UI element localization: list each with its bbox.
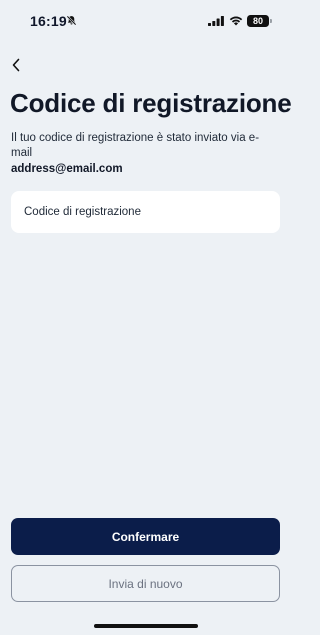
instruction-text: Il tuo codice di registrazione è stato i… [11, 132, 260, 159]
email-address: address@email.com [11, 163, 123, 175]
status-bar: 16:19 80 [0, 0, 291, 42]
chevron-left-icon [12, 58, 20, 72]
code-input-container [11, 191, 280, 233]
home-indicator [94, 624, 198, 628]
page-title: Codice di registrazione [10, 88, 292, 118]
cellular-signal-icon [208, 16, 224, 26]
wifi-icon [229, 16, 243, 26]
back-button[interactable] [6, 54, 26, 76]
confirm-button[interactable]: Confermare [11, 518, 280, 555]
battery-tip [270, 19, 272, 23]
resend-button[interactable]: Invia di nuovo [11, 565, 280, 602]
status-time: 16:19 [30, 13, 67, 29]
bell-slash-icon [66, 15, 77, 26]
battery-icon: 80 [247, 15, 269, 27]
registration-code-input[interactable] [11, 191, 280, 233]
